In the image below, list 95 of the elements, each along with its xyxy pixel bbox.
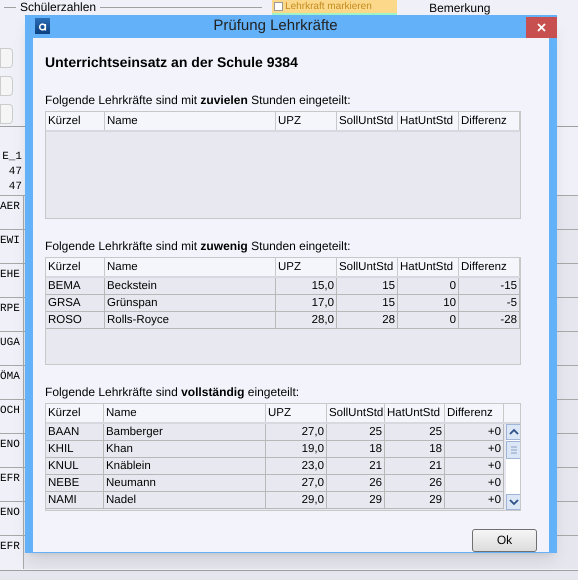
table-cell: 27,0 xyxy=(266,424,327,440)
group-title: Schülerzahlen xyxy=(19,0,98,14)
table-cell: 15 xyxy=(337,294,398,310)
table-cell: Bamberger xyxy=(104,424,266,440)
table-cell: KHIL xyxy=(46,440,104,456)
row-label: UGA xyxy=(0,332,24,365)
table-cell: -15 xyxy=(459,278,520,294)
table-cell: GRSA xyxy=(46,294,105,310)
grid-header-cell: E_1 xyxy=(2,150,22,165)
column-header[interactable]: Name xyxy=(104,404,266,422)
column-header[interactable]: Kürzel xyxy=(46,404,104,422)
table-cell: Khan xyxy=(104,440,266,456)
table-cell: 21 xyxy=(385,458,445,474)
table-cell: NEBE xyxy=(46,474,104,490)
table-cell: 25 xyxy=(385,424,445,440)
table-cell: +0 xyxy=(445,440,504,456)
table-cell: 0 xyxy=(398,312,459,328)
row-label: OCH xyxy=(0,400,24,433)
table-cell: Knäblein xyxy=(104,458,266,474)
table-cell: 15 xyxy=(337,278,398,294)
column-header[interactable]: Kürzel xyxy=(46,258,105,276)
table-cell: +0 xyxy=(445,458,504,474)
column-header[interactable]: UPZ xyxy=(266,404,327,422)
close-icon xyxy=(537,23,546,32)
table-cell: 29 xyxy=(327,492,385,508)
table-cell: Neumann xyxy=(104,474,266,490)
table-cell: ROSO xyxy=(46,312,105,328)
table-cell: 28 xyxy=(337,312,398,328)
column-header[interactable]: SollUntStd xyxy=(327,404,385,422)
table-cell: 25 xyxy=(327,424,385,440)
column-header[interactable]: Differenz xyxy=(459,112,520,130)
table-cell: +0 xyxy=(445,492,504,508)
table-cell: 0 xyxy=(398,278,459,294)
row-label: EFR xyxy=(0,536,24,569)
grid-header-cell: 47 xyxy=(8,180,22,195)
table-cell: 28,0 xyxy=(276,312,337,328)
table-cell: 29,0 xyxy=(266,492,327,508)
table-cell: -5 xyxy=(459,294,520,310)
section-caption: Folgende Lehrkräfte sind mit zuvielen Stunden eingeteilt: xyxy=(45,92,352,106)
grid-header-cell: 47 xyxy=(8,165,22,180)
table-cell: BAAN xyxy=(46,424,104,440)
dialog-heading: Unterrichtseinsatz an der Schule 9384 xyxy=(45,52,299,72)
table-cell: 26 xyxy=(385,474,445,490)
section-caption: Folgende Lehrkräfte sind mit zuwenig Stunden eingeteilt: xyxy=(45,238,352,252)
app-logo-icon xyxy=(35,18,50,34)
table-cell: +0 xyxy=(445,424,504,440)
table-cell: Rolls-Royce xyxy=(105,312,276,328)
table-cell: Grünspan xyxy=(105,294,276,310)
column-header[interactable]: Differenz xyxy=(445,404,504,422)
table-cell: Beckstein xyxy=(105,278,276,294)
column-header[interactable]: Name xyxy=(105,112,276,130)
column-header[interactable]: SollUntStd xyxy=(337,112,398,130)
table-cell: 19,0 xyxy=(266,440,327,456)
table-cell: 18 xyxy=(385,440,445,456)
row-label: AER xyxy=(0,196,24,229)
table-cell: KNUL xyxy=(46,458,104,474)
scroll-up-icon[interactable] xyxy=(506,424,520,440)
table-cell: 21 xyxy=(327,458,385,474)
table-cell: NAMI xyxy=(46,492,104,508)
column-header[interactable]: UPZ xyxy=(276,112,337,130)
row-label: ÖMA xyxy=(0,366,24,399)
table-cell: +0 xyxy=(445,474,504,490)
column-header[interactable]: HatUntStd xyxy=(398,112,459,130)
table-cell: 23,0 xyxy=(266,458,327,474)
column-header[interactable]: SollUntStd xyxy=(337,258,398,276)
table-cell: BEMA xyxy=(46,278,105,294)
table-cell: Nadel xyxy=(104,492,266,508)
table-cell: 15,0 xyxy=(276,278,337,294)
scrollbar[interactable] xyxy=(506,424,520,510)
column-header[interactable]: Differenz xyxy=(459,258,520,276)
row-label: ENO xyxy=(0,502,24,535)
row-label: EFR xyxy=(0,468,24,501)
row-label: EHE xyxy=(0,264,24,297)
column-header[interactable]: UPZ xyxy=(276,258,337,276)
table-cell: 17,0 xyxy=(276,294,337,310)
table-cell: 29 xyxy=(385,492,445,508)
column-header[interactable]: Kürzel xyxy=(46,112,105,130)
row-label: ENO xyxy=(0,434,24,467)
scroll-down-icon[interactable] xyxy=(506,494,520,510)
table-cell: 26 xyxy=(327,474,385,490)
table-cell: 27,0 xyxy=(266,474,327,490)
scroll-thumb[interactable] xyxy=(506,440,520,458)
column-header[interactable]: Name xyxy=(105,258,276,276)
section-caption: Folgende Lehrkräfte sind vollständig eingeteilt: xyxy=(45,384,300,398)
close-button[interactable] xyxy=(526,17,557,38)
column-header: Bemerkung xyxy=(429,1,490,15)
column-header[interactable]: HatUntStd xyxy=(398,258,459,276)
window-title: Prüfung Lehrkräfte xyxy=(213,16,338,36)
ok-button[interactable]: Ok xyxy=(472,528,537,552)
table-cell: -28 xyxy=(459,312,520,328)
row-label: EWI xyxy=(0,230,24,263)
table-cell: 10 xyxy=(398,294,459,310)
row-label: RPE xyxy=(0,298,24,331)
table-cell: 18 xyxy=(327,440,385,456)
column-header[interactable]: HatUntStd xyxy=(385,404,445,422)
